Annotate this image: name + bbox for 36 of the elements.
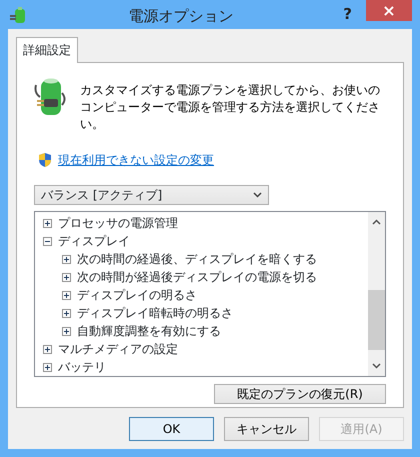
expand-icon[interactable] (62, 254, 71, 264)
expand-icon[interactable] (62, 290, 71, 300)
battery-plug-icon (34, 77, 68, 117)
scroll-up-icon[interactable] (372, 219, 381, 225)
tab[interactable]: 詳細設定 (16, 37, 78, 63)
tree-item[interactable]: プロセッサの電源管理 (58, 214, 178, 232)
chevron-down-icon (253, 192, 262, 198)
tree-item[interactable]: 次の時間の経過後、ディスプレイを暗くする (77, 250, 317, 268)
power-plug-icon (9, 6, 27, 24)
tree-item[interactable]: 次の時間が経過後ディスプレイの電源を切る (77, 268, 317, 286)
window-title: 電源オプション (128, 6, 235, 27)
close-button[interactable]: × (366, 0, 412, 21)
expand-icon[interactable] (43, 362, 52, 372)
shield-icon (38, 152, 52, 168)
tree-item[interactable]: 自動輝度調整を有効にする (77, 322, 221, 340)
expand-icon[interactable] (43, 344, 52, 354)
restore-defaults-button[interactable]: 既定のプランの復元(R) (214, 384, 386, 404)
help-button[interactable]: ? (335, 0, 360, 26)
scrollbar[interactable] (368, 212, 385, 376)
collapse-icon[interactable] (43, 236, 52, 246)
expand-icon[interactable] (62, 326, 71, 336)
tree-item[interactable]: ディスプレイ暗転時の明るさ (77, 304, 233, 322)
scroll-down-icon[interactable] (372, 363, 381, 369)
tree-item[interactable]: ディスプレイの明るさ (77, 286, 197, 304)
description-text: カスタマイズする電源プランを選択してから、お使いのコンピューターで電源を管理する方法を選択してください。 (80, 82, 381, 133)
tree-item[interactable]: ディスプレイ (58, 232, 130, 250)
tree-item[interactable]: マルチメディアの設定 (58, 340, 178, 358)
expand-icon[interactable] (62, 308, 71, 318)
settings-link[interactable]: 現在利用できない設定の変更 (58, 151, 214, 169)
scroll-thumb[interactable] (368, 290, 385, 350)
plan-dropdown[interactable]: バランス [アクティブ] (34, 185, 269, 205)
expand-icon[interactable] (62, 272, 71, 282)
expand-icon[interactable] (43, 218, 52, 228)
dialog-button[interactable]: OK (129, 417, 214, 441)
dialog-button[interactable]: キャンセル (224, 417, 309, 441)
tree-item[interactable]: バッテリ (58, 358, 106, 376)
